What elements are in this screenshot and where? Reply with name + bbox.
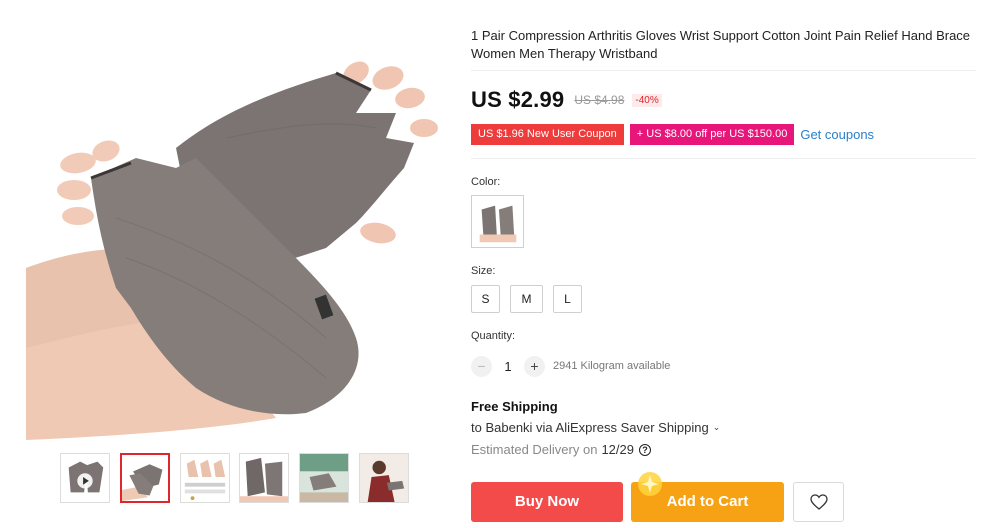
new-user-coupon[interactable]: US $1.96 New User Coupon — [471, 124, 624, 145]
thumbnail-strip — [58, 453, 410, 505]
size-option-m[interactable]: M — [510, 285, 543, 313]
help-icon[interactable]: ? — [639, 443, 651, 456]
chevron-down-icon: ⌄ — [712, 422, 721, 432]
main-product-image[interactable] — [26, 18, 442, 440]
thumbnail-size-chart[interactable] — [180, 453, 230, 503]
gloves-photo — [26, 18, 442, 440]
quantity-value[interactable]: 1 — [492, 359, 524, 374]
divider — [471, 70, 976, 71]
price-row: US $2.99 US $4.98 -40% — [471, 86, 662, 114]
thumbnail-person[interactable] — [359, 453, 409, 503]
buy-now-button[interactable]: Buy Now — [471, 482, 623, 522]
current-price: US $2.99 — [471, 87, 565, 112]
size-option-s[interactable]: S — [471, 285, 500, 313]
get-coupons-link[interactable]: Get coupons — [800, 127, 874, 142]
shipping-title: Free Shipping — [471, 399, 558, 414]
divider — [471, 158, 976, 159]
gloves-detail-thumbnail — [240, 454, 288, 502]
coupon-row: US $1.96 New User Coupon + US $8.00 off … — [471, 124, 874, 145]
delivery-date: 12/29 — [601, 442, 634, 457]
gloves-lifestyle-thumbnail — [300, 454, 348, 502]
gloves-video-thumbnail — [61, 454, 109, 502]
thumbnail-video[interactable] — [60, 453, 110, 503]
size-option-l[interactable]: L — [553, 285, 582, 313]
thumbnail-lifestyle[interactable] — [299, 453, 349, 503]
grey-gloves-swatch-image — [472, 196, 523, 247]
stock-available: 2941 Kilogram available — [553, 360, 671, 372]
shipping-method-selector[interactable]: to Babenki via AliExpress Saver Shipping… — [471, 420, 720, 435]
shipping-route: to Babenki via AliExpress Saver Shipping — [471, 420, 709, 435]
heart-icon — [809, 494, 828, 510]
size-chart-thumbnail — [181, 454, 229, 502]
discount-badge: -40% — [632, 93, 662, 107]
gloves-on-hands-thumbnail — [122, 455, 168, 501]
original-price: US $4.98 — [574, 93, 625, 107]
thumbnail-hands[interactable] — [120, 453, 170, 503]
estimated-delivery: Estimated Delivery on 12/29 ? — [471, 442, 651, 457]
color-label: Color: — [471, 176, 501, 188]
thumbnail-detail[interactable] — [239, 453, 289, 503]
quantity-decrease-button[interactable]: − — [471, 355, 492, 377]
color-swatch-grey[interactable] — [471, 195, 524, 248]
delivery-label: Estimated Delivery on — [471, 442, 598, 457]
quantity-increase-button[interactable]: + — [524, 355, 545, 377]
person-wearing-thumbnail — [360, 454, 408, 502]
sparkle-icon — [638, 472, 662, 496]
wishlist-button[interactable] — [793, 482, 844, 522]
size-options: S M L — [471, 285, 592, 313]
size-label: Size: — [471, 265, 496, 277]
store-coupon[interactable]: + US $8.00 off per US $150.00 — [629, 124, 795, 145]
product-title: 1 Pair Compression Arthritis Gloves Wris… — [471, 28, 971, 61]
quantity-label: Quantity: — [471, 330, 516, 342]
quantity-stepper: − 1 + 2941 Kilogram available — [471, 355, 670, 377]
